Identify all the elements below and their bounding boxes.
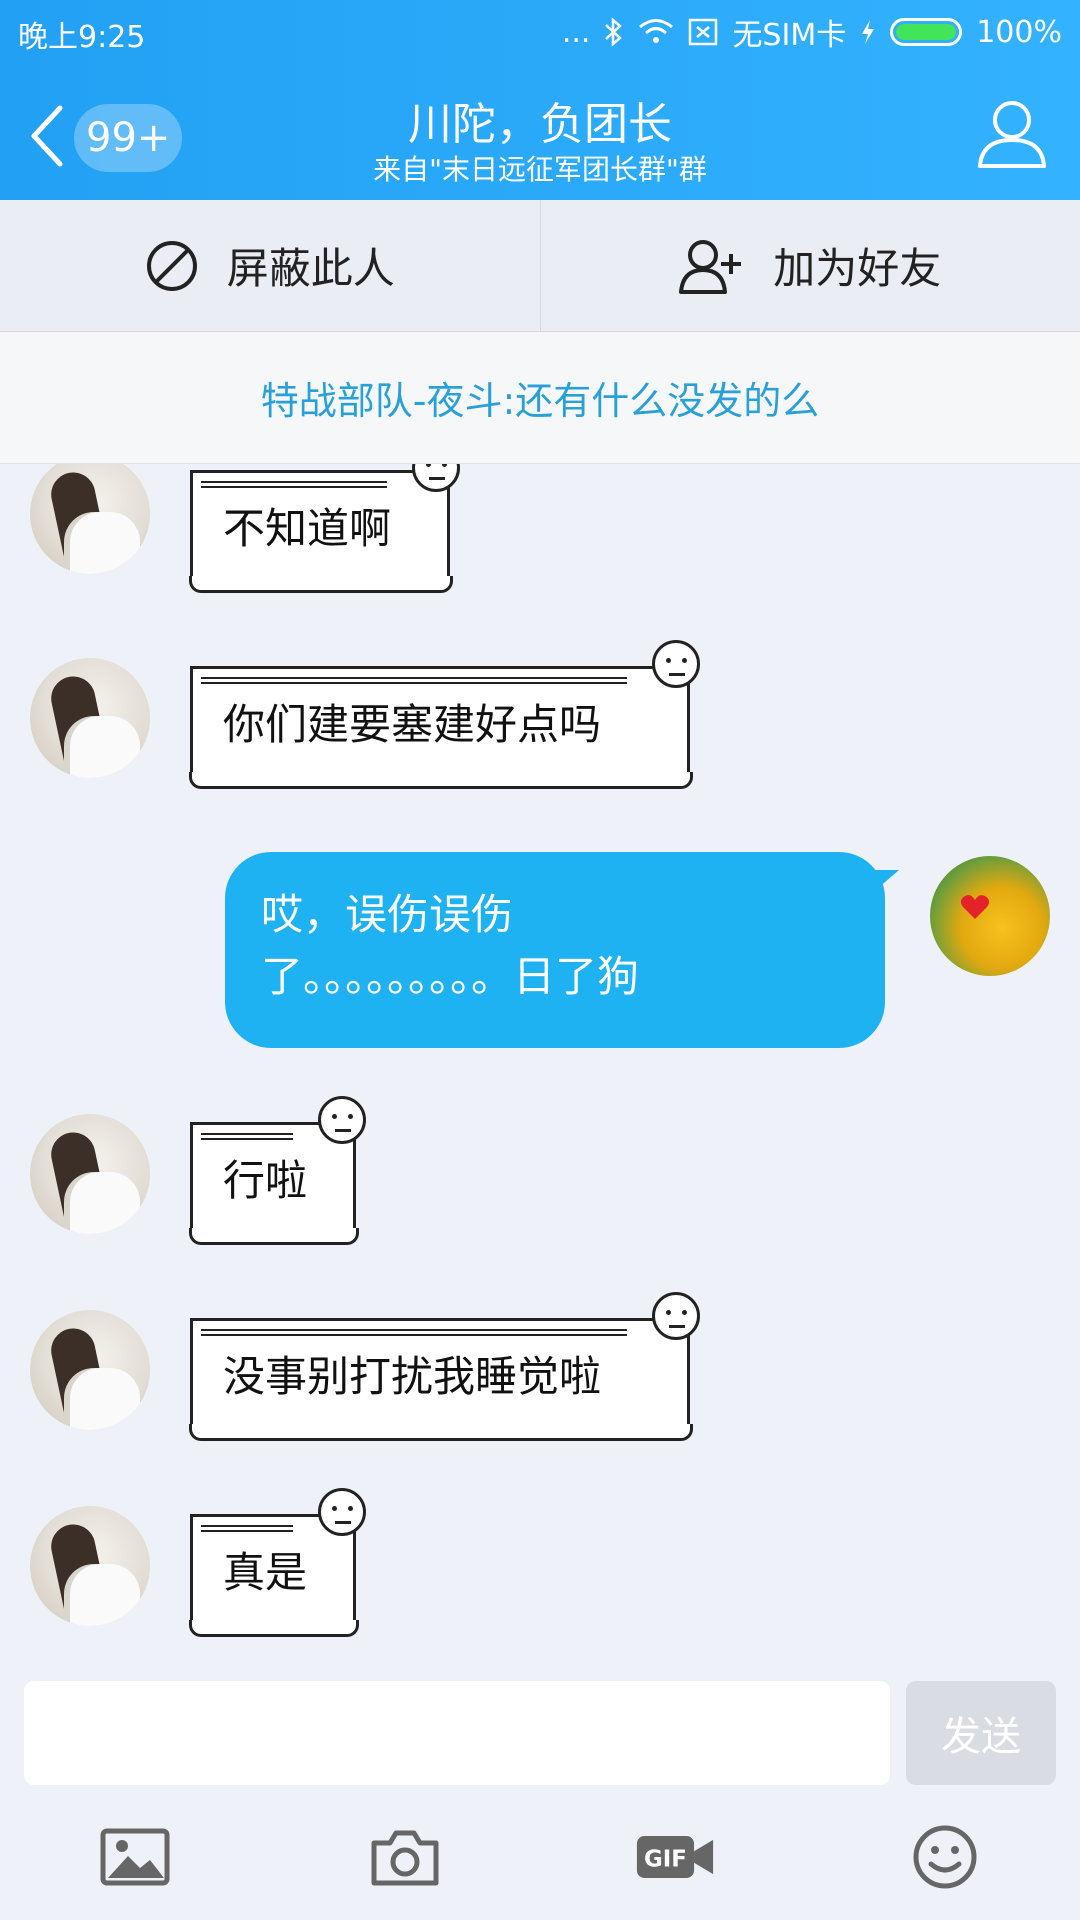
sim-icon <box>689 18 718 46</box>
block-user-button[interactable]: 屏蔽此人 <box>0 200 540 331</box>
sender-avatar[interactable] <box>30 658 150 778</box>
message-input[interactable] <box>24 1681 890 1785</box>
wifi-icon <box>639 19 674 43</box>
heart-icon <box>960 895 990 919</box>
emoji-button[interactable] <box>905 1817 985 1897</box>
bluetooth-icon <box>605 17 623 47</box>
message-text: 行啦 <box>223 1155 308 1205</box>
battery-percent: 100% <box>976 14 1062 50</box>
input-bar: 发送 <box>0 1680 1080 1794</box>
sender-avatar[interactable] <box>30 1506 150 1626</box>
sender-avatar[interactable] <box>30 1310 150 1430</box>
sim-status: 无SIM卡 <box>732 18 847 53</box>
gif-icon: GIF <box>636 1836 714 1878</box>
sender-avatar[interactable] <box>30 1114 150 1234</box>
sticker-face-icon <box>652 1292 700 1340</box>
my-message-bubble[interactable]: 哎，误伤误伤 了。。。。。。。。。日了狗 <box>225 852 899 1048</box>
add-friend-icon <box>679 239 742 294</box>
action-bar: 屏蔽此人 加为好友 <box>0 200 1080 332</box>
emoji-icon <box>913 1825 977 1889</box>
my-avatar[interactable] <box>930 856 1050 976</box>
block-icon <box>146 240 197 291</box>
message-bubble[interactable]: 不知道啊 <box>189 470 453 593</box>
battery-icon <box>890 18 963 46</box>
status-bar: 晚上9:25 ... 无SIM卡 100% <box>0 0 1080 60</box>
add-friend-button[interactable]: 加为好友 <box>539 200 1080 331</box>
camera-icon <box>371 1830 439 1886</box>
status-icons: ... 无SIM卡 100% <box>562 10 1062 54</box>
image-icon <box>100 1828 170 1886</box>
message-text-line: 了。。。。。。。。。日了狗 <box>261 952 640 1001</box>
sender-avatar[interactable] <box>30 464 150 574</box>
page-subtitle: 来自"末日远征军团长群"群 <box>373 153 707 186</box>
message-text: 没事别打扰我睡觉啦 <box>223 1351 602 1401</box>
message-bubble[interactable]: 没事别打扰我睡觉啦 <box>189 1318 693 1441</box>
pinned-message[interactable]: 特战部队-夜斗:还有什么没发的么 <box>0 332 1080 464</box>
pinned-message-text: 特战部队-夜斗:还有什么没发的么 <box>260 379 820 423</box>
message-text: 不知道啊 <box>223 503 392 553</box>
send-button[interactable]: 发送 <box>906 1681 1056 1785</box>
profile-icon[interactable] <box>974 96 1050 172</box>
chat-list[interactable]: 不知道啊 你们建要塞建好点吗 哎，误伤误伤 了。。。。。。。。。日了狗 行啦 没… <box>0 464 1080 1680</box>
image-button[interactable] <box>95 1817 175 1897</box>
charging-icon <box>862 20 875 44</box>
sticker-face-icon <box>652 640 700 688</box>
message-text: 你们建要塞建好点吗 <box>223 699 602 749</box>
page-title: 川陀，负团长 <box>408 99 672 150</box>
add-friend-label: 加为好友 <box>773 244 942 293</box>
message-bubble[interactable]: 你们建要塞建好点吗 <box>189 666 693 789</box>
message-text-line: 哎，误伤误伤 <box>261 890 514 939</box>
message-text: 真是 <box>223 1547 308 1597</box>
svg-text:GIF: GIF <box>644 1847 687 1873</box>
camera-button[interactable] <box>365 1817 445 1897</box>
sticker-face-icon <box>318 1096 366 1144</box>
bottom-toolbar: GIF <box>0 1794 1080 1920</box>
sticker-face-icon <box>318 1488 366 1536</box>
header: 晚上9:25 ... 无SIM卡 100% 99+ 川陀，负团长 来自"末日远征… <box>0 0 1080 200</box>
gif-button[interactable]: GIF <box>635 1817 715 1897</box>
more-dots-icon: ... <box>561 14 591 50</box>
block-user-label: 屏蔽此人 <box>226 244 395 293</box>
status-time: 晚上9:25 <box>18 20 146 55</box>
